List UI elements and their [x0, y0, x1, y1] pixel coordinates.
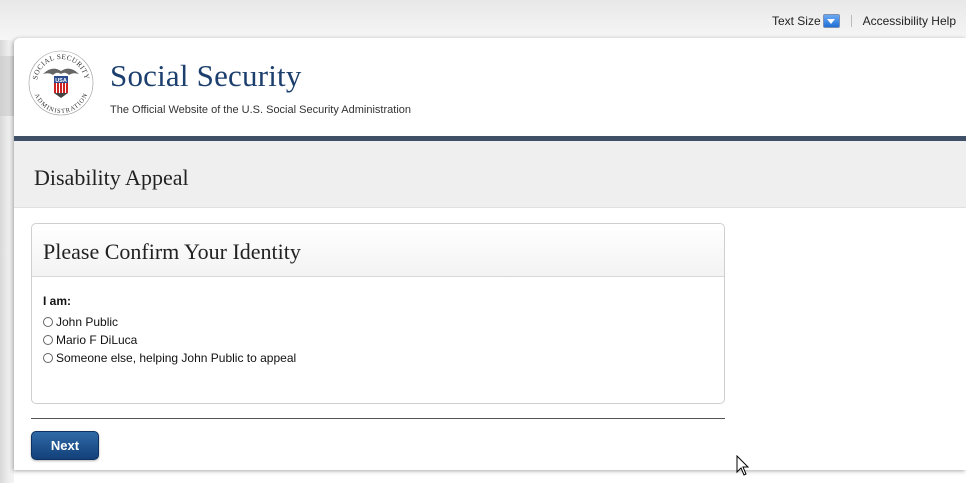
radio-button[interactable]: [43, 353, 53, 363]
identity-panel-body: I am: John Public Mario F DiLuca Someone…: [32, 277, 724, 367]
page-title: Disability Appeal: [34, 165, 189, 190]
main-card: SOCIAL SECURITY ADMINISTRATION USA Socia…: [14, 38, 966, 470]
radio-button[interactable]: [43, 317, 53, 327]
site-header: SOCIAL SECURITY ADMINISTRATION USA Socia…: [14, 38, 966, 136]
ssa-seal-logo[interactable]: SOCIAL SECURITY ADMINISTRATION USA: [28, 50, 94, 116]
gutter-shade: [0, 56, 14, 116]
text-size-label: Text Size: [771, 14, 821, 28]
left-gutter: [0, 40, 14, 483]
identity-option-john-public[interactable]: John Public: [43, 313, 713, 331]
identity-option-label: Mario F DiLuca: [56, 333, 138, 347]
form-divider: [31, 418, 725, 419]
accessibility-help-link[interactable]: Accessibility Help: [863, 14, 956, 28]
next-button[interactable]: Next: [31, 431, 99, 460]
identity-option-label: Someone else, helping John Public to app…: [56, 351, 297, 365]
site-subtitle: The Official Website of the U.S. Social …: [110, 104, 412, 116]
site-title[interactable]: Social Security: [110, 58, 302, 94]
identity-panel-header: Please Confirm Your Identity: [32, 224, 724, 277]
identity-panel: Please Confirm Your Identity I am: John …: [31, 223, 725, 404]
identity-panel-title: Please Confirm Your Identity: [43, 239, 301, 264]
radio-button[interactable]: [43, 335, 53, 345]
chevron-down-icon[interactable]: [822, 14, 840, 28]
identity-option-someone-else[interactable]: Someone else, helping John Public to app…: [43, 349, 713, 367]
text-size-control[interactable]: Text Size: [772, 14, 840, 28]
page-title-band: Disability Appeal: [14, 141, 966, 208]
utility-bar: Text Size Accessibility Help: [772, 14, 956, 28]
identity-option-mario-diluca[interactable]: Mario F DiLuca: [43, 331, 713, 349]
utility-separator: [850, 15, 852, 27]
identity-prompt: I am:: [43, 294, 72, 308]
mouse-cursor-icon: [736, 455, 750, 476]
identity-option-label: John Public: [56, 315, 119, 329]
